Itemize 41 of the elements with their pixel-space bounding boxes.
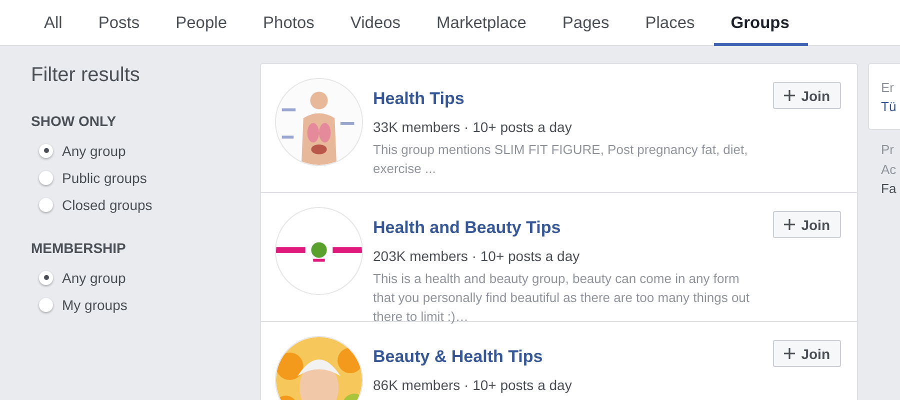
group-name[interactable]: Health Tips [373,89,762,109]
tab[interactable]: People [158,3,246,46]
group-stats: 86K members · 10+ posts a day [373,377,573,393]
plus-icon [784,219,796,230]
tab[interactable]: Posts [81,3,159,46]
option-label[interactable]: My groups [62,296,128,312]
radio-button[interactable] [39,198,53,212]
plus-icon [784,348,796,359]
tab[interactable]: Marketplace [420,3,546,46]
section-heading: SHOW ONLY [31,113,118,129]
tab[interactable]: Places [628,3,714,46]
group-name[interactable]: Health and Beauty Tips [373,218,762,238]
radio-button[interactable] [39,298,53,312]
side-card-text: Er [881,79,895,97]
side-text: Pr [881,141,895,159]
join-button[interactable]: Join [773,340,841,367]
group-name[interactable]: Beauty & Health Tips [373,347,762,367]
side-card-text: Tü [881,98,898,116]
radio-button[interactable] [39,144,53,158]
section-heading: MEMBERSHIP [31,240,127,256]
tab[interactable]: Videos [333,3,420,46]
radio-button[interactable] [39,170,53,184]
option-label[interactable]: Any group [62,142,126,158]
tab[interactable]: All [27,3,82,46]
tab[interactable]: Pages [545,3,628,46]
plus-icon [784,90,796,101]
join-button[interactable]: Join [773,211,841,238]
side-text: Ac [881,160,898,178]
filter-title: Filter results [31,64,141,87]
tab[interactable]: Photos [246,3,334,46]
side-text: Fa [881,180,898,198]
radio-button[interactable] [39,270,53,284]
group-description: This group mentions SLIM FIT FIGURE, Post pregnancy fat, diet, exercise ... [373,141,749,178]
group-stats: 33K members · 10+ posts a day [373,119,573,135]
join-button[interactable]: Join [773,82,841,109]
group-description: This is a health and beauty group, beauty can come in any form that you personally find beautiful as there are too many things out there to limit :)… [373,270,751,326]
tab[interactable]: Groups [714,3,808,46]
option-label[interactable]: Public groups [62,170,147,186]
option-label[interactable]: Closed groups [62,196,152,212]
group-stats: 203K members · 10+ posts a day [373,248,581,264]
option-label[interactable]: Any group [62,270,126,286]
